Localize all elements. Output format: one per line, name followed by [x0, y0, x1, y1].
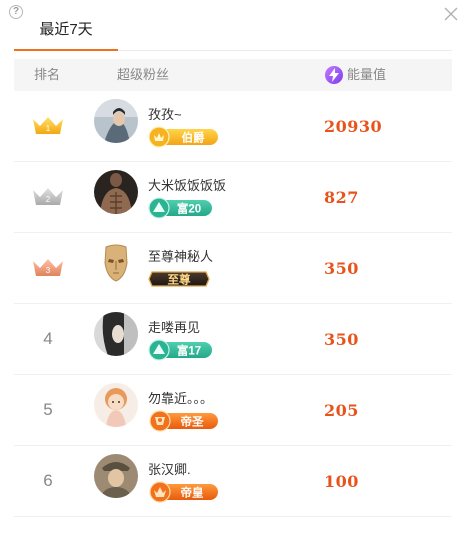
energy-value: 100 [324, 471, 359, 491]
badge-label: 帝圣 [181, 415, 204, 429]
table-row[interactable]: 2 大米饭饭饭饭 富20 827 [14, 162, 452, 233]
avatar[interactable] [94, 312, 138, 356]
fan-name[interactable]: 孜孜~ [148, 104, 182, 123]
rank-number: 6 [43, 471, 53, 490]
table-row[interactable]: 4 走喽再见 富17 350 [14, 304, 452, 375]
table-row[interactable]: 5 勿靠近。。。 帝圣 205 [14, 375, 452, 446]
emperor-badge: 帝皇 [148, 481, 220, 503]
wealth-level-badge: 富20 [148, 197, 214, 219]
mystery-mask-avatar[interactable] [94, 241, 138, 285]
energy-column-label: 能量值 [347, 67, 387, 82]
avatar[interactable] [94, 170, 138, 214]
badge-label: 帝皇 [181, 486, 204, 500]
silver-crown-icon: 2 [33, 188, 63, 205]
energy-value: 350 [324, 258, 359, 278]
fan-name[interactable]: 张汉卿. [148, 459, 191, 478]
avatar[interactable] [94, 99, 138, 143]
wealth-level-badge: 富17 [148, 339, 214, 361]
rank-cell: 5 [30, 375, 66, 445]
gold-crown-icon: 1 [33, 117, 63, 134]
fan-ranking-list: 1 孜孜~ 伯爵 20930 2 大米饭饭饭饭 富20 827 3 至尊神秘人 … [14, 91, 452, 517]
badge-label: 富17 [177, 344, 201, 358]
fan-name[interactable]: 至尊神秘人 [148, 246, 213, 265]
rank-cell: 1 [30, 91, 66, 161]
table-header: 排名 超级粉丝 能量值 [14, 59, 452, 91]
table-row[interactable]: 6 张汉卿. 帝皇 100 [14, 446, 452, 517]
emperor-badge: 帝圣 [148, 410, 220, 432]
energy-value: 205 [324, 400, 359, 420]
rank-cell: 2 [30, 162, 66, 232]
fan-name[interactable]: 勿靠近。。。 [148, 388, 213, 407]
table-row[interactable]: 3 至尊神秘人 至尊 350 [14, 233, 452, 304]
fan-name[interactable]: 走喽再见 [148, 317, 200, 336]
energy-column-header: 能量值 [325, 59, 386, 91]
energy-value: 20930 [324, 116, 383, 136]
rank-number: 4 [43, 329, 53, 348]
table-row[interactable]: 1 孜孜~ 伯爵 20930 [14, 91, 452, 162]
energy-value: 350 [324, 329, 359, 349]
tab-last-7-days[interactable]: 最近7天 [14, 10, 118, 49]
tab-bar: 最近7天 [14, 10, 452, 51]
bronze-crown-icon: 3 [33, 259, 63, 276]
rank-number: 1 [46, 124, 51, 133]
fans-column-header: 超级粉丝 [117, 67, 170, 82]
rank-number: 2 [46, 195, 51, 204]
rank-cell: 3 [30, 233, 66, 303]
noble-rank-badge: 伯爵 [148, 126, 220, 148]
lightning-icon [325, 66, 343, 84]
rank-cell: 4 [30, 304, 66, 374]
energy-value: 827 [324, 187, 359, 207]
active-tab-indicator [14, 49, 118, 51]
rank-number: 3 [46, 266, 51, 275]
supreme-badge: 至尊 [148, 268, 210, 288]
badge-label: 富20 [177, 202, 201, 216]
avatar[interactable] [94, 454, 138, 498]
badge-label: 伯爵 [182, 131, 205, 145]
badge-label: 至尊 [168, 273, 191, 287]
avatar[interactable] [94, 383, 138, 427]
rank-column-header: 排名 [34, 67, 61, 82]
fan-name[interactable]: 大米饭饭饭饭 [148, 175, 226, 194]
rank-cell: 6 [30, 446, 66, 516]
rank-number: 5 [43, 400, 53, 419]
